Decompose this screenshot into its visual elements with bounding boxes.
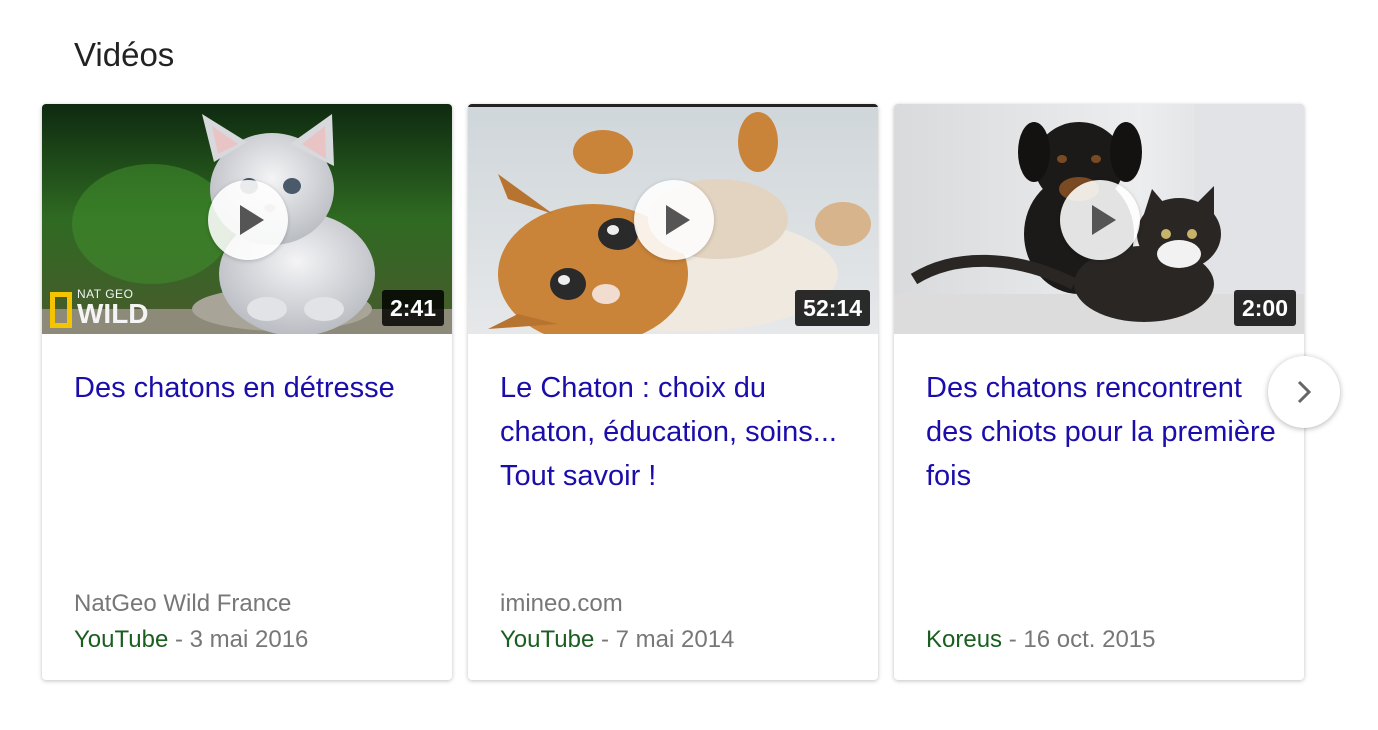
natgeo-logo: NAT GEO WILD <box>50 288 149 328</box>
duration-badge: 52:14 <box>795 290 870 326</box>
video-carousel: NAT GEO WILD 2:41 Des chatons en détress… <box>42 104 1306 680</box>
play-icon[interactable] <box>1060 180 1140 260</box>
video-title-link[interactable]: Des chatons en détresse <box>74 366 424 410</box>
video-card[interactable]: 2:00 Des chatons rencontrent des chiots … <box>894 104 1304 680</box>
video-title-link[interactable]: Des chatons rencontrent des chiots pour … <box>926 366 1276 498</box>
video-title-link[interactable]: Le Chaton : choix du chaton, éducation, … <box>500 366 850 498</box>
chevron-right-icon <box>1297 380 1312 404</box>
duration-badge: 2:41 <box>381 290 444 326</box>
play-icon[interactable] <box>634 180 714 260</box>
video-source-line: YouTube - 3 mai 2016 <box>74 626 434 654</box>
video-author: NatGeo Wild France <box>74 590 292 617</box>
video-source-line: Koreus - 16 oct. 2015 <box>926 626 1286 654</box>
video-thumbnail[interactable]: NAT GEO WILD 2:41 <box>42 104 452 334</box>
video-source-line: YouTube - 7 mai 2014 <box>500 626 860 654</box>
video-author: imineo.com <box>500 590 623 617</box>
play-icon[interactable] <box>208 180 288 260</box>
video-source: Koreus <box>926 626 1003 653</box>
carousel-next-button[interactable] <box>1268 356 1340 428</box>
video-thumbnail[interactable]: 52:14 <box>468 104 878 334</box>
section-title: Vidéos <box>74 36 175 73</box>
duration-badge: 2:00 <box>1233 290 1296 326</box>
video-source: YouTube <box>74 626 169 653</box>
video-card[interactable]: NAT GEO WILD 2:41 Des chatons en détress… <box>42 104 452 680</box>
video-source: YouTube <box>500 626 595 653</box>
video-card[interactable]: 52:14 Le Chaton : choix du chaton, éduca… <box>468 104 878 680</box>
video-date: - 16 oct. 2015 <box>1008 626 1156 653</box>
video-thumbnail[interactable]: 2:00 <box>894 104 1304 334</box>
video-date: - 7 mai 2014 <box>600 626 735 653</box>
video-date: - 3 mai 2016 <box>174 626 309 653</box>
